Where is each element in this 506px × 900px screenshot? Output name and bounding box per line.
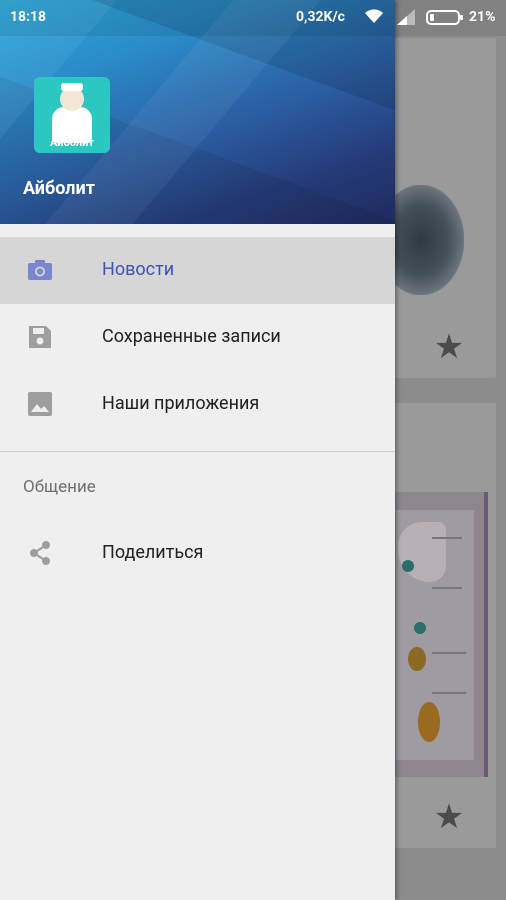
menu-item-saved[interactable]: Сохраненные записи [0, 304, 395, 371]
image-icon [28, 392, 52, 416]
status-time: 18:18 [10, 9, 47, 25]
wifi-icon [365, 9, 383, 23]
favorite-star-icon[interactable]: ★ [432, 330, 466, 364]
navigation-drawer: Айболит Айболит Новости Сохраненные запи… [0, 0, 395, 900]
share-icon [30, 541, 50, 565]
menu-item-news[interactable]: Новости [0, 237, 395, 304]
network-speed: 0,32K/c [296, 9, 345, 25]
menu-item-label: Сохраненные записи [102, 326, 281, 347]
menu-item-share[interactable]: Поделиться [0, 520, 395, 587]
battery-icon [426, 10, 463, 25]
drawer-menu: Новости Сохраненные записи Наши приложен… [0, 237, 395, 438]
signal-icon [397, 9, 415, 25]
app-logo-label: Айболит [50, 136, 94, 149]
save-icon [29, 326, 51, 348]
battery-percent: 21% [469, 9, 496, 25]
news-card-image [392, 185, 464, 295]
menu-item-label: Наши приложения [102, 393, 260, 414]
camera-icon [28, 260, 52, 280]
status-bar: 18:18 0,32K/c 21% [0, 0, 506, 36]
news-card-image [392, 492, 488, 777]
menu-item-label: Новости [102, 259, 175, 280]
app-name: Айболит [23, 178, 95, 199]
favorite-star-icon[interactable]: ★ [432, 800, 466, 834]
section-title: Общение [23, 477, 96, 497]
menu-item-label: Поделиться [102, 542, 204, 563]
menu-item-our-apps[interactable]: Наши приложения [0, 371, 395, 438]
app-logo: Айболит [34, 77, 110, 153]
menu-divider [0, 451, 395, 452]
